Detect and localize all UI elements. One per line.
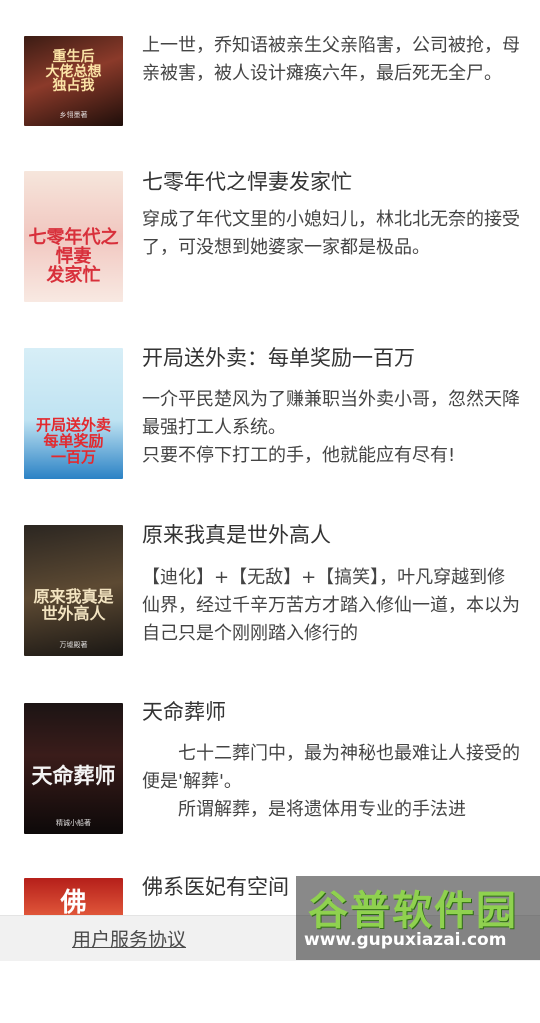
book-cover[interactable]: 七零年代之 悍妻 发家忙 [24, 171, 123, 302]
cover-author: 万墟殿著 [59, 641, 88, 649]
book-title[interactable]: 原来我真是世外高人 [142, 521, 331, 549]
book-description: 穿成了年代文里的小媳妇儿，林北北无奈的接受了，可没想到她婆家一家都是极品。 [142, 209, 520, 258]
book-cover[interactable]: 佛 [24, 878, 123, 918]
user-agreement-link[interactable]: 用户服务协议 [72, 925, 186, 952]
watermark: 谷普软件园 www.gupuxiazai.com [296, 876, 540, 960]
book-title[interactable]: 天命葬师 [142, 698, 226, 726]
book-cover[interactable]: 原来我真是 世外高人 万墟殿著 [24, 525, 123, 656]
cover-title: 天命葬师 [31, 763, 116, 788]
watermark-name: 谷普软件园 [308, 888, 518, 934]
book-item[interactable]: 天命葬师 精诚小船著 天命葬师 七十二葬门中，最为神秘也最难让人接受的便是'解葬… [0, 698, 540, 848]
book-description: 【迪化】+【无敌】+【搞笑】，叶凡穿越到修仙界，经过千辛万苦方才踏入修仙一道，本… [142, 567, 520, 644]
book-item[interactable]: 七零年代之 悍妻 发家忙 七零年代之悍妻发家忙 穿成了年代文里的小媳妇儿，林北北… [0, 168, 540, 318]
book-item[interactable]: 原来我真是 世外高人 万墟殿著 原来我真是世外高人 【迪化】+【无敌】+【搞笑】… [0, 521, 540, 671]
book-description: 上一世，乔知语被亲生父亲陷害，公司被抢，母亲被害，被人设计瘫痪六年，最后死无全尸… [142, 35, 520, 84]
cover-title: 原来我真是 世外高人 [33, 587, 114, 623]
cover-title: 佛 [60, 888, 87, 918]
book-cover[interactable]: 重生后 大佬总想 独占我 乡翎墨著 [24, 36, 123, 126]
book-description: 一介平民楚风为了赚兼职当外卖小哥，忽然天降最强打工人系统。 只要不停下打工的手，… [142, 389, 520, 466]
book-title[interactable]: 七零年代之悍妻发家忙 [142, 168, 352, 196]
book-description: 七十二葬门中，最为神秘也最难让人接受的便是'解葬'。 所谓解葬，是将遗体用专业的… [142, 743, 520, 820]
cover-author: 精诚小船著 [56, 819, 91, 827]
cover-title: 开局送外卖 每单奖励 一百万 [35, 416, 111, 466]
book-item[interactable]: 重生后 大佬总想 独占我 乡翎墨著 上一世，乔知语被亲生父亲陷害，公司被抢，母亲… [0, 0, 540, 150]
book-cover[interactable]: 天命葬师 精诚小船著 [24, 703, 123, 834]
book-title[interactable]: 佛系医妃有空间 [142, 873, 289, 901]
book-cover[interactable]: 开局送外卖 每单奖励 一百万 [24, 348, 123, 479]
cover-title: 七零年代之 悍妻 发家忙 [28, 227, 119, 286]
book-item[interactable]: 开局送外卖 每单奖励 一百万 开局送外卖：每单奖励一百万 一介平民楚风为了赚兼职… [0, 344, 540, 494]
watermark-url: www.gupuxiazai.com [304, 930, 507, 950]
book-title[interactable]: 开局送外卖：每单奖励一百万 [142, 344, 415, 372]
cover-author: 乡翎墨著 [59, 111, 88, 119]
cover-title: 重生后 大佬总想 独占我 [45, 49, 102, 95]
